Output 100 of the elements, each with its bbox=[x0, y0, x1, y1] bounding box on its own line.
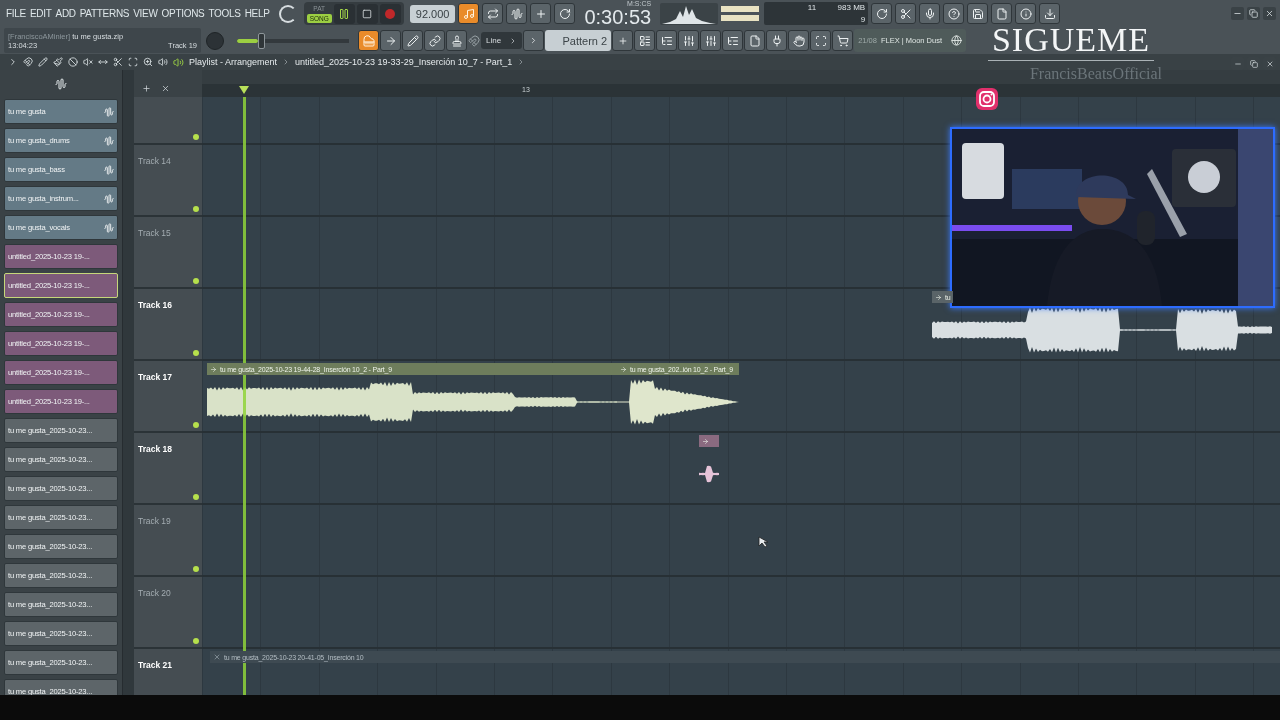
close-icon bbox=[161, 84, 170, 93]
record-audio-button[interactable] bbox=[919, 3, 941, 24]
track-label: Track 15 bbox=[138, 228, 171, 238]
cpu-reading: 11 bbox=[806, 3, 817, 13]
track-lane[interactable] bbox=[202, 505, 1280, 577]
clip-header[interactable] bbox=[699, 435, 719, 447]
window-button[interactable] bbox=[810, 30, 832, 51]
typing-keyboard-button[interactable] bbox=[358, 30, 379, 51]
menu-item[interactable]: ADD bbox=[55, 8, 76, 19]
memory-reading: 983 MB bbox=[836, 3, 866, 13]
menu-item[interactable]: OPTIONS bbox=[161, 8, 205, 19]
playhead-marker[interactable] bbox=[239, 86, 249, 94]
playlist-title: Playlist - Arrangement bbox=[189, 57, 278, 67]
window-button[interactable] bbox=[766, 30, 788, 51]
stamp-button[interactable] bbox=[446, 30, 467, 51]
status-dot[interactable] bbox=[193, 350, 199, 356]
tool-icon bbox=[510, 7, 523, 20]
tool-icon bbox=[384, 34, 397, 47]
tool-icon bbox=[534, 7, 547, 20]
magnet-icon bbox=[468, 34, 480, 47]
scan-icon bbox=[814, 34, 827, 47]
menu-item[interactable]: FILE bbox=[6, 8, 26, 19]
waveform-icon bbox=[104, 106, 114, 117]
status-dot[interactable] bbox=[193, 134, 199, 140]
tree-icon bbox=[726, 34, 739, 47]
window-button[interactable] bbox=[634, 30, 656, 51]
menu-item[interactable]: PATTERNS bbox=[79, 8, 130, 19]
slider-thumb[interactable] bbox=[258, 32, 265, 49]
tool-icon bbox=[450, 34, 463, 47]
plus-icon bbox=[617, 35, 628, 46]
window-button[interactable] bbox=[656, 30, 678, 51]
window-button[interactable] bbox=[744, 30, 766, 51]
hand-icon bbox=[792, 34, 805, 47]
window-button[interactable] bbox=[788, 30, 810, 51]
scissors-icon bbox=[113, 57, 123, 67]
sliders-icon bbox=[682, 34, 695, 47]
stop-icon bbox=[362, 8, 373, 19]
arrow-button[interactable] bbox=[380, 30, 401, 51]
info-button[interactable] bbox=[1015, 3, 1037, 24]
pause-button[interactable] bbox=[333, 3, 355, 24]
rotate-icon bbox=[875, 7, 888, 20]
mic-icon bbox=[923, 7, 936, 20]
snap-dropdown[interactable]: Line bbox=[481, 32, 523, 49]
status-dot[interactable] bbox=[193, 278, 199, 284]
save-button[interactable] bbox=[967, 3, 989, 24]
restore-icon bbox=[1249, 59, 1258, 68]
track-lane[interactable] bbox=[202, 433, 1280, 505]
waveform-icon bbox=[55, 77, 67, 90]
track-label: Track 21 bbox=[138, 660, 173, 670]
clip-icon bbox=[935, 293, 942, 301]
brush-icon bbox=[53, 57, 63, 67]
track-lane[interactable] bbox=[202, 577, 1280, 649]
cart-icon bbox=[836, 34, 849, 47]
clip-icon bbox=[620, 365, 627, 373]
track-label: Track 16 bbox=[138, 300, 173, 310]
download-button[interactable] bbox=[1039, 3, 1061, 24]
close-icon bbox=[1265, 9, 1274, 18]
waveform-icon bbox=[104, 222, 114, 233]
window-button[interactable] bbox=[678, 30, 700, 51]
status-dot[interactable] bbox=[193, 422, 199, 428]
ban-icon bbox=[68, 57, 78, 67]
pencil-icon bbox=[38, 57, 48, 67]
mute-icon bbox=[213, 653, 221, 661]
menu-item[interactable]: HELP bbox=[244, 8, 270, 19]
window-button[interactable] bbox=[832, 30, 854, 51]
scissors-icon bbox=[899, 7, 912, 20]
restore-button[interactable] bbox=[1247, 7, 1260, 20]
help-button[interactable] bbox=[943, 3, 965, 24]
pattern-selector[interactable]: Pattern 2 bbox=[545, 30, 612, 51]
tool-icon bbox=[428, 34, 441, 47]
pencil-button[interactable] bbox=[402, 30, 423, 51]
stop-button[interactable] bbox=[356, 3, 378, 24]
status-dot[interactable] bbox=[193, 638, 199, 644]
link-button[interactable] bbox=[424, 30, 445, 51]
status-dot[interactable] bbox=[193, 566, 199, 572]
window-button[interactable] bbox=[700, 30, 722, 51]
status-dot[interactable] bbox=[193, 206, 199, 212]
arrangement-name[interactable]: untitled_2025-10-23 19-33-29_Inserción 10_7 - Part_1 bbox=[295, 57, 513, 67]
tool-icon bbox=[486, 7, 499, 20]
undo-button[interactable] bbox=[871, 3, 893, 24]
tool-icon bbox=[362, 34, 375, 47]
loop-record-button[interactable] bbox=[482, 3, 504, 24]
menu-item[interactable]: EDIT bbox=[29, 8, 52, 19]
speaker-icon bbox=[158, 57, 168, 67]
window-button[interactable] bbox=[722, 30, 744, 51]
step-edit-button[interactable] bbox=[530, 3, 552, 24]
metronome-button[interactable] bbox=[458, 3, 480, 24]
cut-button[interactable] bbox=[895, 3, 917, 24]
minimize-button[interactable] bbox=[1231, 7, 1244, 20]
polyphony-reading: 9 bbox=[859, 14, 866, 24]
add-pattern-button[interactable] bbox=[612, 30, 634, 51]
tempo-display[interactable]: 92.000 bbox=[409, 4, 456, 23]
menu-item[interactable]: TOOLS bbox=[208, 8, 241, 19]
info-icon bbox=[1019, 7, 1032, 20]
close-button[interactable] bbox=[1263, 7, 1276, 20]
export-button[interactable] bbox=[991, 3, 1013, 24]
status-dot[interactable] bbox=[193, 494, 199, 500]
close-icon bbox=[1265, 59, 1274, 68]
select-icon bbox=[128, 57, 138, 67]
menu-item[interactable]: VIEW bbox=[133, 8, 158, 19]
